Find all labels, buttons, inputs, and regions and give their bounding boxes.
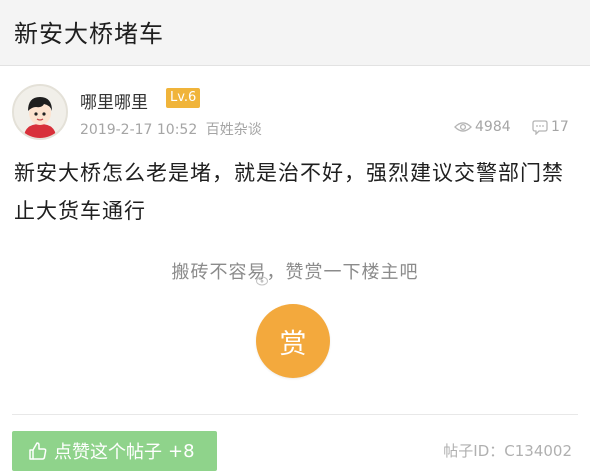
forum-name[interactable]: 百姓杂谈 [206,122,262,138]
weibo-icon [256,276,268,286]
reward-prompt: 搬砖不容易，赞赏一下楼主吧 [171,262,419,283]
post-date: 2019-2-17 10:52 [80,122,198,138]
title-bar: 新安大桥堵车 [0,0,590,66]
eye-icon [454,122,472,132]
replies-count: 17 [551,119,569,135]
watermark-icon [256,274,273,286]
post-body-text: 新安大桥怎么老是堵，就是治不好，强烈建议交警部门禁止大货车通行 [14,161,564,223]
views-count: 4984 [475,119,511,135]
reward-button[interactable]: 赏 [256,304,330,378]
author-name[interactable]: 哪里哪里 [80,88,148,113]
views-stat: 4984 [454,119,511,135]
post-meta: 2019-2-17 10:52 百姓杂谈 [80,119,262,139]
user-avatar[interactable] [12,84,68,140]
like-count: +8 [168,440,195,462]
replies-stat[interactable]: 17 [532,119,569,135]
divider [12,414,578,415]
page-title: 新安大桥堵车 [14,20,164,48]
avatar-boy-icon [14,86,66,138]
comment-bubble-icon [532,119,548,135]
post-id: 帖子ID：C134002 [443,442,572,460]
like-post-button[interactable]: 点赞这个帖子 +8 [12,431,217,471]
thumbs-up-icon [29,442,47,460]
like-label: 点赞这个帖子 [54,442,162,463]
level-badge: Lv.6 [166,88,201,108]
